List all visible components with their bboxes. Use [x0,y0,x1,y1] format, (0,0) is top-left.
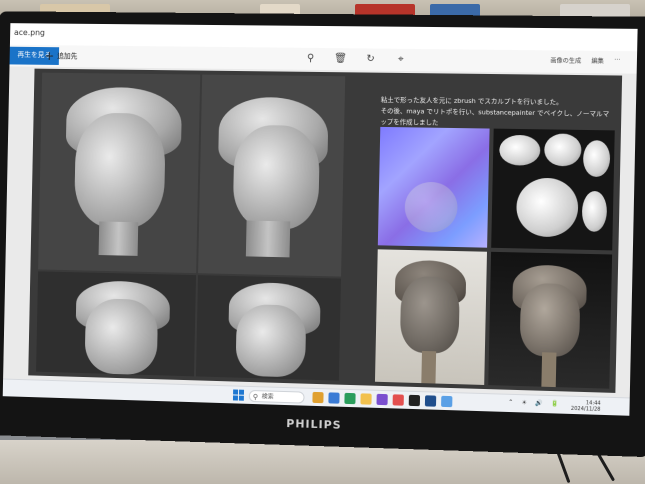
crop-icon[interactable]: ⌖ [394,53,408,67]
clay-photo-side [488,251,613,389]
uv-shell [499,134,541,166]
clay-photo-front [374,249,488,385]
clay-head-side [519,282,581,358]
retopo-head-side [235,303,307,378]
sculpt-side-panel [198,74,346,277]
app-icon[interactable] [376,393,388,406]
app-icon[interactable] [312,391,324,404]
toolbar-right: 画像の生成 編集 ⋯ [550,55,620,65]
app-icon[interactable] [392,394,404,406]
zoom-in-icon[interactable]: ⚲ [303,52,317,66]
edit-button[interactable]: 編集 [591,56,604,65]
sculpt-face [73,112,166,229]
monitor: ace.png 再生を見る + 追加先 ⚲ 🗑 ↻ ⌖ 画像の生成 編集 ⋯ 粘… [0,11,645,458]
image-viewer: 粘土で形った友人を元に zbrush でスカルプトを行いました。 その後、may… [3,66,637,398]
sculpt-neck [98,221,139,256]
clay-stand [541,352,557,388]
normal-map-face [404,181,458,233]
generate-image-button[interactable]: 画像の生成 [550,55,581,64]
app-icon[interactable] [344,392,356,405]
sculpt-front-panel [38,72,201,274]
folder-icon[interactable] [360,393,372,405]
windows-start-icon[interactable] [232,389,245,401]
tray-date: 2024/11/28 [570,405,601,413]
more-icon[interactable]: ⋯ [614,56,620,65]
add-to-button[interactable]: + 追加先 [44,48,77,64]
retopo-face [84,298,159,376]
add-to-label: 追加先 [57,52,78,61]
toolbar-icons: ⚲ 🗑 ↻ ⌖ [303,52,408,67]
uv-shell [544,133,582,167]
image-caption: 粘土で形った友人を元に zbrush でスカルプトを行いました。 その後、may… [380,95,615,132]
taskbar-search-label: 検索 [261,393,274,401]
normal-map-panel [377,126,490,248]
portfolio-image: 粘土で形った友人を元に zbrush でスカルプトを行いました。 その後、may… [28,68,623,393]
app-icon[interactable] [441,395,453,408]
texture-map-panel [491,128,615,251]
app-icon[interactable] [328,392,340,404]
uv-shell [582,140,611,178]
clay-stand [421,350,437,384]
clay-face [399,275,461,354]
plus-icon: + [44,49,55,63]
taskbar-apps [312,391,453,408]
sculpt-head-side [232,124,321,230]
app-icon[interactable] [408,394,421,407]
rotate-icon[interactable]: ↻ [363,52,377,66]
retopo-side-panel [195,275,341,381]
tray-clock[interactable]: 14:44 2024/11/28 [571,400,601,413]
trash-icon[interactable]: 🗑 [333,52,347,66]
window-title: ace.png [13,28,46,38]
search-icon: ⚲ [252,393,258,402]
system-tray-icons[interactable]: ⌃ ☀ 🔊 🔋 [508,399,561,408]
retopo-front-panel [36,271,197,377]
app-icon[interactable] [424,395,437,407]
uv-shell [581,190,608,232]
taskbar-search[interactable]: ⚲ 検索 [248,389,305,404]
screen: ace.png 再生を見る + 追加先 ⚲ 🗑 ↻ ⌖ 画像の生成 編集 ⋯ 粘… [2,23,638,416]
sculpt-neck [245,220,291,258]
uv-shell [515,177,579,238]
